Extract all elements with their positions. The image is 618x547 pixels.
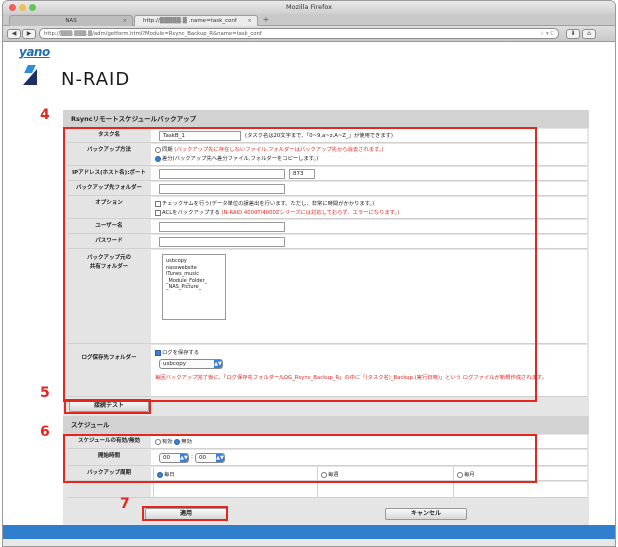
tab-nas[interactable]: NAS × <box>9 15 133 26</box>
section-title-schedule: スケジュール <box>63 416 589 434</box>
minimize-window-button[interactable] <box>19 4 26 11</box>
tab-label: http://▒▒▒▒▒.▒ .name=task_conf <box>143 18 237 24</box>
yano-logo: yano <box>19 45 50 59</box>
callout-number-5: 5 <box>40 385 50 401</box>
reload-icon[interactable]: ☆ ▾ C <box>540 29 554 39</box>
title-bar: Mozilla Firefox <box>3 1 615 14</box>
callout-number-7: 7 <box>120 496 130 512</box>
row-cycle-details <box>67 482 587 498</box>
callout-box-6 <box>63 434 537 483</box>
close-window-button[interactable] <box>9 4 16 11</box>
callout-number-6: 6 <box>40 424 50 440</box>
close-tab-icon[interactable]: × <box>122 16 127 26</box>
url-input[interactable]: http://▒▒▒.▒▒▒.▒/adm/getform.html?Module… <box>39 28 559 39</box>
tab-label: NAS <box>65 18 77 24</box>
tab-task-conf[interactable]: http://▒▒▒▒▒.▒ .name=task_conf × <box>134 15 258 26</box>
footer-strip <box>3 539 615 546</box>
download-icon[interactable]: ⬇ <box>566 29 580 39</box>
section-title-rsync: Rsyncリモートスケジュールバックアップ <box>63 110 589 128</box>
back-icon[interactable]: ◀ <box>7 29 21 39</box>
footer-bar <box>3 525 615 539</box>
forward-icon[interactable]: ▶ <box>22 29 36 39</box>
url-text: http://▒▒▒.▒▒▒.▒/adm/getform.html?Module… <box>44 31 262 37</box>
callout-box-7 <box>142 506 228 521</box>
close-tab-icon[interactable]: × <box>247 16 252 26</box>
callout-number-4: 4 <box>40 107 50 123</box>
callout-box-5 <box>64 399 151 414</box>
zoom-window-button[interactable] <box>29 4 36 11</box>
window-title: Mozilla Firefox <box>286 3 332 11</box>
tab-bar: NAS × http://▒▒▒▒▒.▒ .name=task_conf × + <box>3 14 615 26</box>
navigation-bar: ◀ ▶ http://▒▒▒.▒▒▒.▒/adm/getform.html?Mo… <box>3 26 615 42</box>
cancel-button[interactable]: キャンセル <box>385 508 467 520</box>
callout-box-4 <box>63 127 537 402</box>
new-tab-icon[interactable]: + <box>260 15 272 25</box>
home-icon[interactable]: ⌂ <box>582 29 596 39</box>
